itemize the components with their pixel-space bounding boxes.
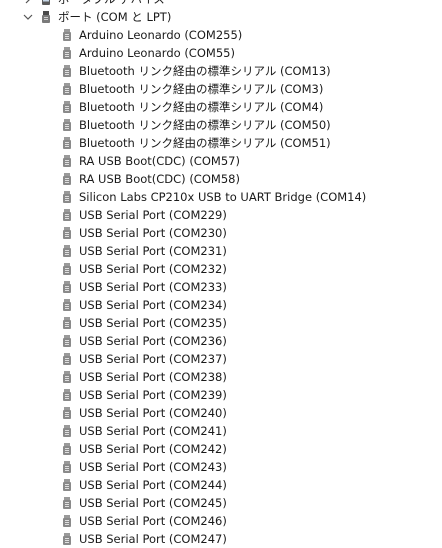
tree-item-port-device[interactable]: USB Serial Port (COM246) xyxy=(0,512,442,530)
tree-item-port-device[interactable]: USB Serial Port (COM231) xyxy=(0,242,442,260)
serial-port-icon xyxy=(61,424,73,438)
port-device-list: Arduino Leonardo (COM255) Arduino Leonard… xyxy=(0,26,442,548)
tree-item-label: USB Serial Port (COM231) xyxy=(79,244,227,258)
tree-item-port-device[interactable]: USB Serial Port (COM245) xyxy=(0,494,442,512)
tree-item-label: Bluetooth リンク経由の標準シリアル (COM50) xyxy=(79,118,331,132)
serial-port-icon xyxy=(61,514,73,528)
tree-item-label: USB Serial Port (COM237) xyxy=(79,352,227,366)
serial-port-icon xyxy=(61,46,73,60)
serial-port-icon xyxy=(61,28,73,42)
tree-item-label: USB Serial Port (COM232) xyxy=(79,262,227,276)
serial-port-icon xyxy=(61,136,73,150)
tree-item-port-device[interactable]: USB Serial Port (COM229) xyxy=(0,206,442,224)
tree-item-label: USB Serial Port (COM238) xyxy=(79,370,227,384)
tree-item-port-device[interactable]: Bluetooth リンク経由の標準シリアル (COM13) xyxy=(0,62,442,80)
tree-item-label: USB Serial Port (COM247) xyxy=(79,532,227,546)
tree-item-port-device[interactable]: Bluetooth リンク経由の標準シリアル (COM50) xyxy=(0,116,442,134)
tree-item-port-device[interactable]: Bluetooth リンク経由の標準シリアル (COM51) xyxy=(0,134,442,152)
tree-item-port-device[interactable]: Bluetooth リンク経由の標準シリアル (COM3) xyxy=(0,80,442,98)
tree-item-label: USB Serial Port (COM229) xyxy=(79,208,227,222)
tree-item-label: USB Serial Port (COM235) xyxy=(79,316,227,330)
tree-item-label: USB Serial Port (COM241) xyxy=(79,424,227,438)
tree-item-port-device[interactable]: USB Serial Port (COM240) xyxy=(0,404,442,422)
tree-category-portable-devices[interactable]: ポータブル デバイス xyxy=(0,0,442,8)
tree-item-port-device[interactable]: RA USB Boot(CDC) (COM58) xyxy=(0,170,442,188)
serial-port-icon xyxy=(61,64,73,78)
tree-item-label: USB Serial Port (COM246) xyxy=(79,514,227,528)
serial-port-icon xyxy=(61,82,73,96)
tree-item-port-device[interactable]: Bluetooth リンク経由の標準シリアル (COM4) xyxy=(0,98,442,116)
serial-port-icon xyxy=(61,226,73,240)
tree-item-label: USB Serial Port (COM242) xyxy=(79,442,227,456)
tree-item-port-device[interactable]: USB Serial Port (COM237) xyxy=(0,350,442,368)
serial-port-icon xyxy=(61,190,73,204)
tree-item-label: Arduino Leonardo (COM255) xyxy=(79,28,243,42)
tree-item-port-device[interactable]: Arduino Leonardo (COM55) xyxy=(0,44,442,62)
tree-item-label: USB Serial Port (COM240) xyxy=(79,406,227,420)
tree-item-label: RA USB Boot(CDC) (COM58) xyxy=(79,172,240,186)
serial-port-icon xyxy=(61,208,73,222)
tree-item-label: Bluetooth リンク経由の標準シリアル (COM4) xyxy=(79,100,324,114)
serial-port-icon xyxy=(61,100,73,114)
chevron-right-icon[interactable] xyxy=(22,0,34,8)
tree-item-port-device[interactable]: USB Serial Port (COM236) xyxy=(0,332,442,350)
tree-item-port-device[interactable]: USB Serial Port (COM242) xyxy=(0,440,442,458)
device-tree: ポータブル デバイス ポート (COM と LPT) Arduino Leona… xyxy=(0,0,442,548)
serial-port-icon xyxy=(61,496,73,510)
tree-item-label: Bluetooth リンク経由の標準シリアル (COM51) xyxy=(79,136,331,150)
tree-item-port-device[interactable]: USB Serial Port (COM239) xyxy=(0,386,442,404)
serial-port-icon xyxy=(61,172,73,186)
tree-item-port-device[interactable]: USB Serial Port (COM230) xyxy=(0,224,442,242)
tree-item-label: USB Serial Port (COM243) xyxy=(79,460,227,474)
serial-port-icon xyxy=(61,298,73,312)
tree-item-port-device[interactable]: USB Serial Port (COM241) xyxy=(0,422,442,440)
serial-port-icon xyxy=(61,244,73,258)
serial-port-icon xyxy=(61,478,73,492)
tree-item-label: Arduino Leonardo (COM55) xyxy=(79,46,235,60)
serial-port-icon xyxy=(61,280,73,294)
port-icon xyxy=(40,10,52,24)
tree-item-port-device[interactable]: USB Serial Port (COM233) xyxy=(0,278,442,296)
tree-item-label: USB Serial Port (COM244) xyxy=(79,478,227,492)
tree-item-label: Bluetooth リンク経由の標準シリアル (COM13) xyxy=(79,64,331,78)
tree-item-port-device[interactable]: Arduino Leonardo (COM255) xyxy=(0,26,442,44)
serial-port-icon xyxy=(61,154,73,168)
tree-item-port-device[interactable]: USB Serial Port (COM243) xyxy=(0,458,442,476)
tree-item-label: RA USB Boot(CDC) (COM57) xyxy=(79,154,240,168)
serial-port-icon xyxy=(61,532,73,546)
serial-port-icon xyxy=(61,460,73,474)
serial-port-icon xyxy=(61,262,73,276)
portable-device-icon xyxy=(40,0,52,6)
tree-item-port-device[interactable]: USB Serial Port (COM247) xyxy=(0,530,442,548)
tree-item-port-device[interactable]: USB Serial Port (COM235) xyxy=(0,314,442,332)
serial-port-icon xyxy=(61,334,73,348)
tree-item-port-device[interactable]: USB Serial Port (COM234) xyxy=(0,296,442,314)
tree-item-label: Bluetooth リンク経由の標準シリアル (COM3) xyxy=(79,82,324,96)
serial-port-icon xyxy=(61,442,73,456)
tree-item-label: USB Serial Port (COM233) xyxy=(79,280,227,294)
tree-item-port-device[interactable]: USB Serial Port (COM238) xyxy=(0,368,442,386)
tree-item-port-device[interactable]: USB Serial Port (COM244) xyxy=(0,476,442,494)
tree-item-label: USB Serial Port (COM239) xyxy=(79,388,227,402)
serial-port-icon xyxy=(61,388,73,402)
tree-item-label: USB Serial Port (COM234) xyxy=(79,298,227,312)
tree-item-label: Silicon Labs CP210x USB to UART Bridge (… xyxy=(79,190,367,204)
tree-item-port-device[interactable]: RA USB Boot(CDC) (COM57) xyxy=(0,152,442,170)
chevron-down-icon[interactable] xyxy=(22,8,34,26)
serial-port-icon xyxy=(61,370,73,384)
serial-port-icon xyxy=(61,118,73,132)
tree-item-port-device[interactable]: Silicon Labs CP210x USB to UART Bridge (… xyxy=(0,188,442,206)
serial-port-icon xyxy=(61,352,73,366)
tree-item-label: USB Serial Port (COM230) xyxy=(79,226,227,240)
tree-category-ports[interactable]: ポート (COM と LPT) xyxy=(0,8,442,26)
serial-port-icon xyxy=(61,406,73,420)
tree-item-port-device[interactable]: USB Serial Port (COM232) xyxy=(0,260,442,278)
tree-item-label: USB Serial Port (COM245) xyxy=(79,496,227,510)
tree-category-label: ポート (COM と LPT) xyxy=(58,10,172,24)
serial-port-icon xyxy=(61,316,73,330)
tree-category-label: ポータブル デバイス xyxy=(58,0,165,8)
tree-item-label: USB Serial Port (COM236) xyxy=(79,334,227,348)
